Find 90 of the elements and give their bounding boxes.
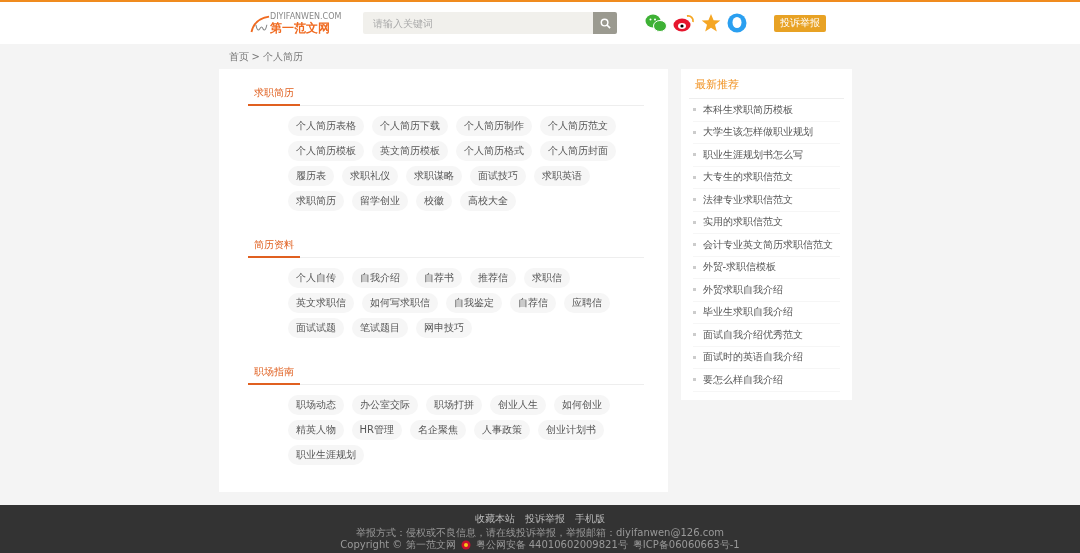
category-tag[interactable]: 自我鉴定 xyxy=(445,293,502,313)
category-tag[interactable]: 自我介绍 xyxy=(351,268,408,288)
category-tag[interactable]: 英文求职信 xyxy=(287,293,354,313)
category-tag[interactable]: 推荐信 xyxy=(469,268,516,288)
logo-domain: DIYIFANWEN.COM xyxy=(270,11,342,21)
category-tag[interactable]: 个人简历模板 xyxy=(287,141,364,161)
category-tag[interactable]: 个人简历格式 xyxy=(455,141,532,161)
article-link[interactable]: 法律专业求职信范文 xyxy=(702,192,793,207)
emblem-icon xyxy=(460,539,471,550)
category-tag[interactable]: 创业人生 xyxy=(489,395,546,415)
category-tag[interactable]: 面试试题 xyxy=(287,318,344,338)
category-tag[interactable]: 精英人物 xyxy=(287,420,344,440)
article-link[interactable]: 会计专业英文简历求职信范文 xyxy=(702,237,833,252)
category-tag[interactable]: 个人简历下载 xyxy=(371,116,448,136)
section-title: 求职简历 xyxy=(247,86,300,106)
category-tag[interactable]: 面试技巧 xyxy=(469,166,526,186)
search-button[interactable] xyxy=(593,12,617,34)
category-tag[interactable]: 个人简历制作 xyxy=(455,116,532,136)
eye-logo-icon[interactable] xyxy=(673,13,695,33)
footer-link[interactable]: 手机版 xyxy=(575,512,605,525)
bullet-icon xyxy=(692,333,696,337)
category-tag[interactable]: 如何创业 xyxy=(553,395,610,415)
article-link[interactable]: 外贸求职自我介绍 xyxy=(702,282,783,297)
category-tag[interactable]: 办公室交际 xyxy=(351,395,418,415)
section-title: 简历资料 xyxy=(247,238,300,258)
section-title: 职场指南 xyxy=(247,365,300,385)
logo-name: 第一范文网 xyxy=(270,20,331,35)
category-tag[interactable]: 求职信 xyxy=(523,268,570,288)
bullet-icon xyxy=(692,108,696,112)
category-tag[interactable]: 求职英语 xyxy=(533,166,590,186)
category-tag[interactable]: 求职谋略 xyxy=(405,166,462,186)
star-icon[interactable] xyxy=(701,13,721,33)
article-link[interactable]: 毕业生求职自我介绍 xyxy=(702,305,793,320)
category-tag[interactable]: 应聘信 xyxy=(563,293,610,313)
category-tag[interactable]: 网申技巧 xyxy=(415,318,472,338)
breadcrumb-link[interactable]: 个人简历 xyxy=(262,49,303,64)
article-link[interactable]: 面试时的英语自我介绍 xyxy=(702,350,803,365)
icp-link[interactable]: 粤ICP备06060663号-1 xyxy=(632,539,740,550)
search-icon xyxy=(599,17,611,29)
bullet-icon xyxy=(692,265,696,269)
category-tag[interactable]: 校徽 xyxy=(415,191,452,211)
category-tag[interactable]: 个人简历范文 xyxy=(539,116,616,136)
category-tag[interactable]: 自荐信 xyxy=(509,293,556,313)
bullet-icon xyxy=(692,355,696,359)
category-tag[interactable]: 履历表 xyxy=(287,166,334,186)
category-tag[interactable]: 职场打拼 xyxy=(425,395,482,415)
bullet-icon xyxy=(692,288,696,292)
bullet-icon xyxy=(692,243,696,247)
category-tag[interactable]: 求职简历 xyxy=(287,191,344,211)
article-link[interactable]: 要怎么样自我介绍 xyxy=(702,372,783,387)
category-tag[interactable]: 个人自传 xyxy=(287,268,344,288)
bullet-icon xyxy=(692,220,696,224)
police-record-link[interactable]: 粤公网安备 44010602009821号 xyxy=(475,539,628,550)
sidebar-title: 最新推荐 xyxy=(688,75,844,99)
category-tag[interactable]: 留学创业 xyxy=(351,191,408,211)
article-link[interactable]: 职业生涯规划书怎么写 xyxy=(702,147,803,162)
category-tag[interactable]: 如何写求职信 xyxy=(361,293,438,313)
search-field[interactable]: 请输入关键词 xyxy=(363,12,593,34)
category-tag[interactable]: 名企聚焦 xyxy=(409,420,466,440)
category-tag[interactable]: 自荐书 xyxy=(415,268,462,288)
bullet-icon xyxy=(692,153,696,157)
category-tag[interactable]: 英文简历模板 xyxy=(371,141,448,161)
bullet-icon xyxy=(692,130,696,134)
category-tag[interactable]: 个人简历表格 xyxy=(287,116,364,136)
article-link[interactable]: 大专生的求职信范文 xyxy=(702,170,793,185)
category-tag[interactable]: 高校大全 xyxy=(459,191,516,211)
breadcrumb-separator: > xyxy=(251,51,260,62)
article-link[interactable]: 本科生求职简历模板 xyxy=(702,102,793,117)
article-link[interactable]: 外贸-求职信模板 xyxy=(702,260,777,275)
report-info: 举报方式：侵权或不良信息，请在线投诉举报，举报邮箱：diyifanwen@126.com xyxy=(355,526,725,539)
chat-bubbles-icon[interactable] xyxy=(645,13,667,33)
article-link[interactable]: 面试自我介绍优秀范文 xyxy=(702,327,803,342)
category-tag[interactable]: 职业生涯规划 xyxy=(287,445,364,465)
footer-link[interactable]: 收藏本站 xyxy=(475,512,515,525)
bullet-icon xyxy=(692,198,696,202)
category-tag[interactable]: 个人简历封面 xyxy=(539,141,616,161)
category-tag[interactable]: 笔试题目 xyxy=(351,318,408,338)
site-logo[interactable]: DIYIFANWEN.COM 第一范文网 xyxy=(250,11,350,35)
bullet-icon xyxy=(692,175,696,179)
category-tag[interactable]: HR管理 xyxy=(351,420,402,440)
category-tag[interactable]: 创业计划书 xyxy=(537,420,604,440)
article-link[interactable]: 大学生该怎样做职业规划 xyxy=(702,125,813,140)
article-link[interactable]: 实用的求职信范文 xyxy=(702,215,783,230)
category-tag[interactable]: 职场动态 xyxy=(287,395,344,415)
bullet-icon xyxy=(692,310,696,314)
footer-link[interactable]: 投诉举报 xyxy=(525,512,565,525)
bullet-icon xyxy=(692,378,696,382)
category-tag[interactable]: 人事政策 xyxy=(473,420,530,440)
category-tag[interactable]: 求职礼仪 xyxy=(341,166,398,186)
breadcrumb-link[interactable]: 首页 xyxy=(228,49,249,64)
